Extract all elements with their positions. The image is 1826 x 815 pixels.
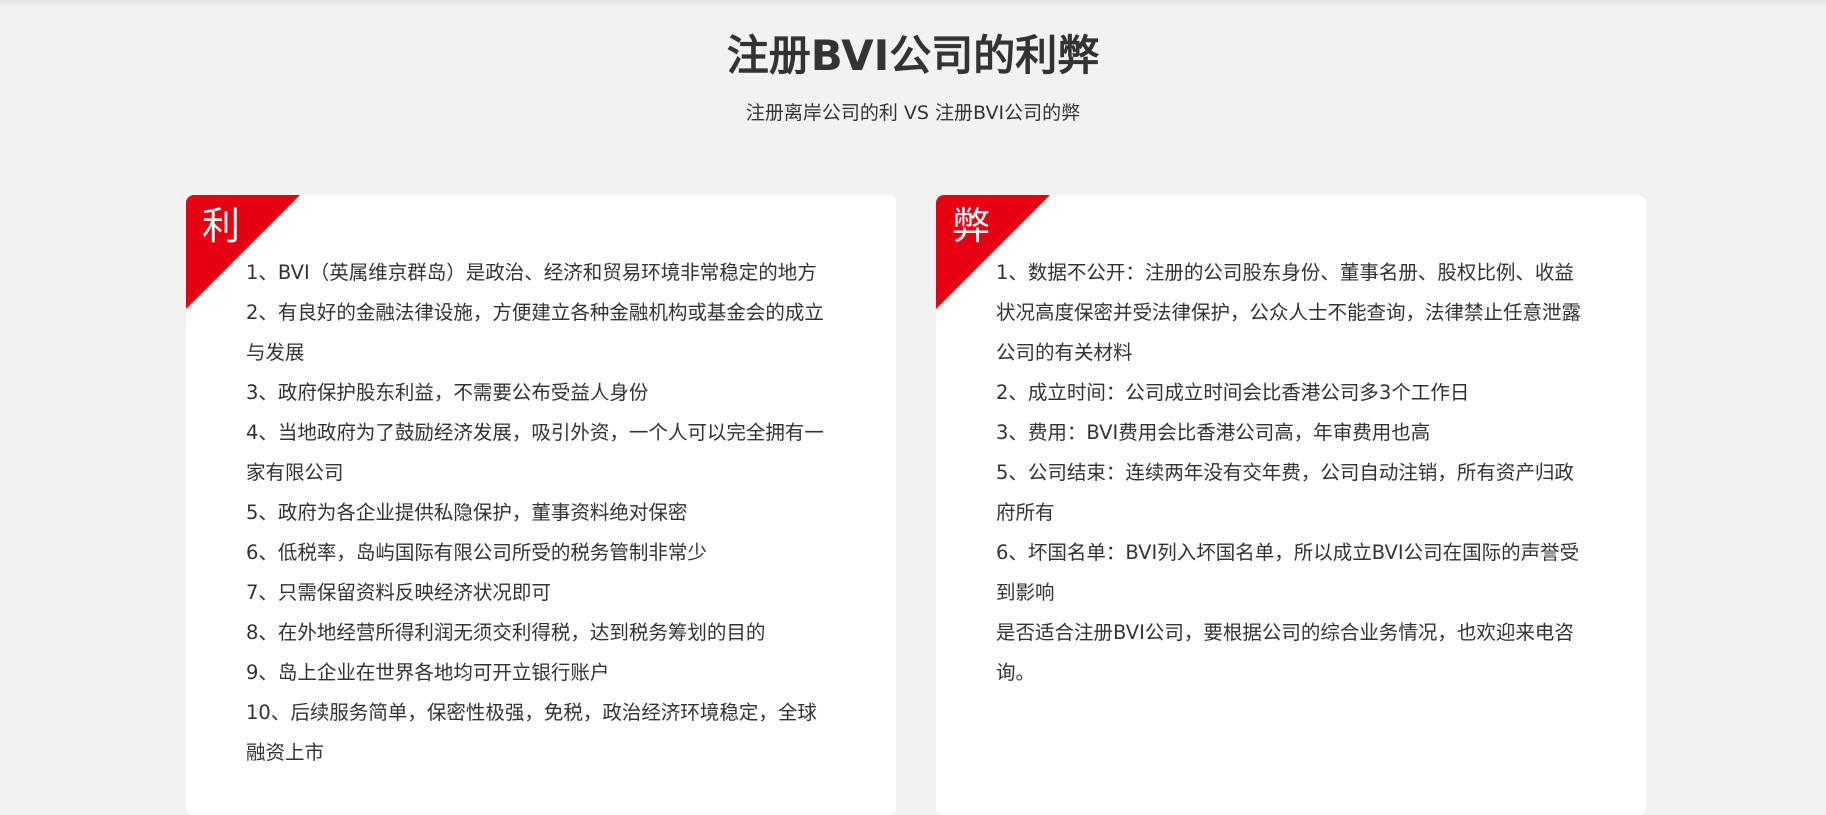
pros-list: 1、BVI（英属维京群岛）是政治、经济和贸易环境非常稳定的地方 2、有良好的金融…	[246, 253, 836, 773]
pros-card: 利 1、BVI（英属维京群岛）是政治、经济和贸易环境非常稳定的地方 2、有良好的…	[186, 195, 896, 815]
list-item: 2、成立时间：公司成立时间会比香港公司多3个工作日	[996, 381, 1470, 404]
page-title: 注册BVI公司的利弊	[726, 31, 1100, 80]
pros-badge-label: 利	[202, 204, 241, 248]
list-item: 5、政府为各企业提供私隐保护，董事资料绝对保密	[246, 501, 688, 524]
list-item: 10、后续服务简单，保密性极强，免税，政治经济环境稳定，全球融资上市	[246, 701, 817, 764]
list-item: 1、BVI（英属维京群岛）是政治、经济和贸易环境非常稳定的地方	[246, 261, 817, 284]
list-item: 是否适合注册BVI公司，要根据公司的综合业务情况，也欢迎来电咨询。	[996, 621, 1574, 684]
list-item: 8、在外地经营所得利润无须交利得税，达到税务筹划的目的	[246, 621, 766, 644]
section-header: 注册BVI公司的利弊 注册离岸公司的利 VS 注册BVI公司的弊	[0, 0, 1826, 126]
list-item: 3、费用：BVI费用会比香港公司高，年审费用也高	[996, 421, 1431, 444]
list-item: 1、数据不公开：注册的公司股东身份、董事名册、股权比例、收益状况高度保密并受法律…	[996, 261, 1582, 364]
cons-list: 1、数据不公开：注册的公司股东身份、董事名册、股权比例、收益状况高度保密并受法律…	[996, 253, 1586, 693]
cons-card: 弊 1、数据不公开：注册的公司股东身份、董事名册、股权比例、收益状况高度保密并受…	[936, 195, 1646, 815]
list-item: 7、只需保留资料反映经济状况即可	[246, 581, 551, 604]
page-subtitle: 注册离岸公司的利 VS 注册BVI公司的弊	[745, 102, 1081, 124]
list-item: 5、公司结束：连续两年没有交年费，公司自动注销，所有资产归政府所有	[996, 461, 1574, 524]
list-item: 2、有良好的金融法律设施，方便建立各种金融机构或基金会的成立与发展	[246, 301, 824, 364]
list-item: 6、坏国名单：BVI列入坏国名单，所以成立BVI公司在国际的声誉受到影响	[996, 541, 1580, 604]
list-item: 4、当地政府为了鼓励经济发展，吸引外资，一个人可以完全拥有一家有限公司	[246, 421, 824, 484]
list-item: 9、岛上企业在世界各地均可开立银行账户	[246, 661, 610, 684]
list-item: 6、低税率，岛屿国际有限公司所受的税务管制非常少	[246, 541, 707, 564]
list-item: 3、政府保护股东利益，不需要公布受益人身份	[246, 381, 649, 404]
cons-badge-label: 弊	[952, 204, 991, 248]
